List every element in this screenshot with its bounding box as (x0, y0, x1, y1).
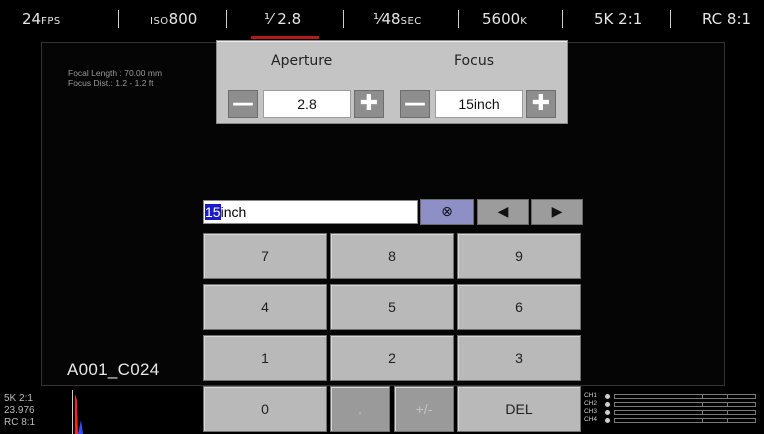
compression-readout[interactable]: RC 8:1 (702, 6, 751, 32)
format-readout[interactable]: 5K 2:1 (594, 6, 642, 32)
key-2[interactable]: 2 (330, 335, 454, 381)
key-8[interactable]: 8 (330, 233, 454, 279)
shutter-unit: SEC (400, 16, 422, 27)
aperture-value-field[interactable]: 2.8 (263, 90, 351, 118)
recording-meta: 5K 2:1 23.976 RC 8:1 (4, 393, 35, 429)
audio-channel-row: CH3 (584, 408, 760, 417)
key-7[interactable]: 7 (203, 233, 327, 279)
clear-entry-button[interactable]: ⊗ (420, 199, 474, 225)
channel-indicator-icon (605, 418, 610, 423)
keypad-entry-field[interactable]: 15inch (203, 200, 418, 224)
audio-channel-row: CH2 (584, 400, 760, 409)
key-1[interactable]: 1 (203, 335, 327, 381)
channel-level-bar (614, 402, 756, 407)
channel-indicator-icon (605, 410, 610, 415)
iso-readout[interactable]: ISO800 (150, 6, 197, 32)
cursor-left-button[interactable]: ◀ (477, 199, 529, 225)
key-6[interactable]: 6 (457, 284, 581, 330)
aperture-label: Aperture (271, 53, 333, 69)
key-5[interactable]: 5 (330, 284, 454, 330)
channel-label: CH2 (584, 400, 598, 407)
key-decimal: . (330, 386, 390, 432)
minus-icon: — (232, 91, 254, 116)
plus-icon: ✚ (359, 91, 379, 116)
minus-icon: — (404, 91, 426, 116)
focus-value-field[interactable]: 15inch (435, 90, 523, 118)
audio-meters: CH1 CH2 CH3 CH4 (584, 392, 760, 434)
fps-value: 24 (22, 10, 42, 28)
channel-level-bar (614, 418, 756, 423)
cursor-right-button[interactable]: ▶ (531, 199, 583, 225)
focus-distance-text: Focus Dist.: 1.2 - 1.2 ft (68, 78, 154, 88)
compression-value: RC 8:1 (702, 10, 752, 28)
aperture-increase-button[interactable]: ✚ (354, 90, 384, 118)
key-0[interactable]: 0 (203, 386, 327, 432)
top-status-bar: 24FPS ISO800 ¹⁄ 2.8 ¹⁄48SEC 5600K 5K 2:1… (0, 0, 764, 39)
separator (562, 10, 563, 28)
fps-unit: FPS (41, 16, 61, 27)
separator (458, 10, 459, 28)
meta-compression: RC 8:1 (4, 417, 36, 428)
white-balance-readout[interactable]: 5600K (482, 6, 527, 32)
plus-icon: ✚ (531, 91, 551, 116)
audio-channel-row: CH1 (584, 392, 760, 401)
shutter-value: ¹⁄48 (373, 10, 401, 28)
histogram (72, 390, 83, 434)
clip-name: A001_C024 (67, 360, 160, 379)
key-plus-minus: +/- (394, 386, 454, 432)
separator (118, 10, 119, 28)
histogram-axis (72, 390, 73, 434)
arrow-right-icon: ▶ (551, 204, 563, 220)
channel-indicator-icon (605, 402, 610, 407)
fps-readout[interactable]: 24FPS (22, 6, 61, 32)
iris-readout[interactable]: ¹⁄ 2.8 (264, 6, 301, 32)
audio-channel-row: CH4 (584, 416, 760, 425)
meta-format: 5K 2:1 (4, 393, 33, 404)
wb-unit: K (520, 16, 528, 27)
separator (343, 10, 344, 28)
entry-selected-text: 15 (205, 204, 221, 220)
channel-level-bar (614, 410, 756, 415)
aperture-focus-panel: Aperture Focus — 2.8 ✚ — 15inch ✚ (216, 40, 568, 124)
focal-length-text: Focal Length : 70.00 mm (68, 68, 163, 78)
arrow-left-icon: ◀ (497, 204, 509, 220)
histogram-blue-channel (78, 420, 83, 434)
clear-icon: ⊗ (441, 204, 453, 220)
iris-active-underline (251, 36, 319, 39)
focus-label: Focus (454, 53, 494, 69)
focus-decrease-button[interactable]: — (400, 90, 430, 118)
channel-indicator-icon (605, 394, 610, 399)
shutter-readout[interactable]: ¹⁄48SEC (373, 6, 422, 32)
separator (670, 10, 671, 28)
lens-info: Focal Length : 70.00 mm Focus Dist.: 1.2… (68, 68, 162, 88)
channel-label: CH1 (584, 392, 598, 399)
iso-prefix: ISO (150, 16, 169, 27)
aperture-decrease-button[interactable]: — (228, 90, 258, 118)
focus-increase-button[interactable]: ✚ (526, 90, 556, 118)
key-9[interactable]: 9 (457, 233, 581, 279)
separator (226, 10, 227, 28)
format-value: 5K 2:1 (594, 10, 643, 28)
histogram-red-channel (75, 394, 78, 434)
iso-value: 800 (168, 10, 198, 28)
key-delete[interactable]: DEL (457, 386, 581, 432)
channel-level-bar (614, 394, 756, 399)
iris-value: ¹⁄ 2.8 (264, 10, 302, 28)
key-4[interactable]: 4 (203, 284, 327, 330)
key-3[interactable]: 3 (457, 335, 581, 381)
channel-label: CH4 (584, 416, 598, 423)
channel-label: CH3 (584, 408, 598, 415)
wb-value: 5600 (482, 10, 521, 28)
meta-fps: 23.976 (4, 405, 35, 416)
entry-rest-text: inch (220, 204, 247, 220)
